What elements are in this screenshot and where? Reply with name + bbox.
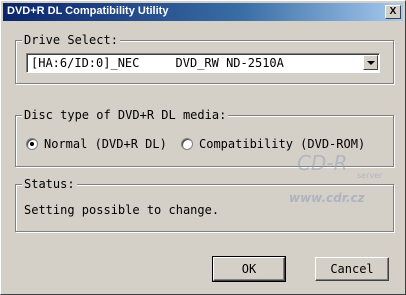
watermark-url: www.cdr.cz <box>289 191 365 205</box>
dialog-window: DVD+R DL Compatibility Utility X Drive S… <box>0 0 406 295</box>
watermark-logo: CD-R server www.cdr.cz <box>289 151 389 211</box>
radio-normal-label: Normal (DVD+R DL) <box>44 137 167 151</box>
cancel-button[interactable]: Cancel <box>315 257 389 281</box>
drive-select-legend: Drive Select: <box>22 33 120 47</box>
watermark-sub: server <box>357 171 383 180</box>
watermark-brand: CD-R <box>297 151 348 175</box>
ok-button[interactable]: OK <box>212 256 286 282</box>
close-button[interactable]: X <box>385 5 401 19</box>
status-legend: Status: <box>22 177 77 191</box>
radio-normal[interactable]: Normal (DVD+R DL) <box>26 137 167 151</box>
window-title: DVD+R DL Compatibility Utility <box>7 5 169 17</box>
radio-unchecked-icon[interactable] <box>181 138 193 150</box>
close-icon: X <box>389 6 397 17</box>
status-message: Setting possible to change. <box>24 203 220 217</box>
drive-select-combobox[interactable]: [HA:6/ID:0]_NEC DVD_RW ND-2510A <box>26 53 380 73</box>
radio-compatibility-label: Compatibility (DVD-ROM) <box>199 137 366 151</box>
drive-select-group: Drive Select: [HA:6/ID:0]_NEC DVD_RW ND-… <box>15 33 394 84</box>
chevron-down-icon[interactable] <box>363 55 378 70</box>
radio-compatibility[interactable]: Compatibility (DVD-ROM) <box>181 137 365 151</box>
radio-checked-icon[interactable] <box>26 138 38 150</box>
disc-type-legend: Disc type of DVD+R DL media: <box>22 108 229 122</box>
drive-select-value: [HA:6/ID:0]_NEC DVD_RW ND-2510A <box>31 56 284 70</box>
title-bar[interactable]: DVD+R DL Compatibility Utility X <box>3 3 403 21</box>
